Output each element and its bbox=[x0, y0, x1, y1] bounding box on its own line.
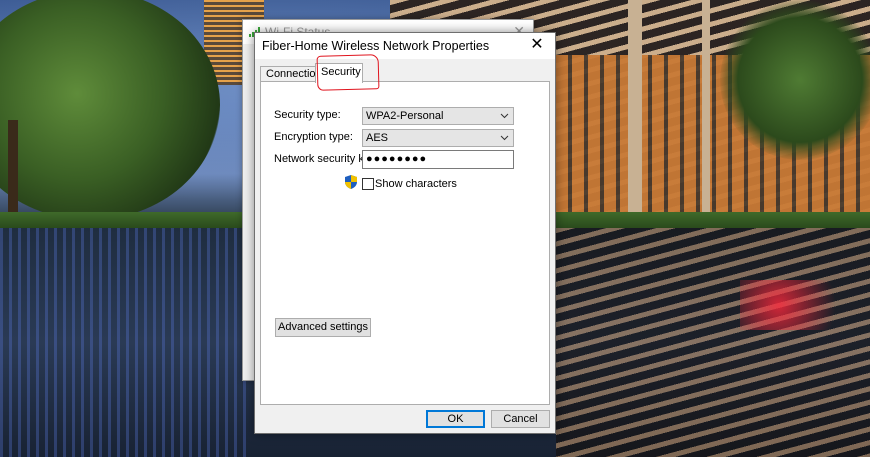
ok-button[interactable]: OK bbox=[426, 410, 485, 428]
security-tab-panel: Security type: WPA2-Personal Encryption … bbox=[260, 81, 550, 405]
chevron-down-icon bbox=[500, 113, 509, 119]
red-highlight-annotation bbox=[316, 54, 380, 91]
tab-bar: Connection Security bbox=[260, 54, 550, 91]
close-button[interactable]: ✕ bbox=[520, 33, 554, 59]
advanced-settings-button[interactable]: Advanced settings bbox=[275, 318, 371, 337]
security-type-dropdown[interactable]: WPA2-Personal bbox=[362, 107, 514, 125]
encryption-type-value: AES bbox=[366, 132, 389, 144]
encryption-type-label: Encryption type: bbox=[274, 131, 353, 143]
dialog-titlebar[interactable]: Fiber-Home Wireless Network Properties ✕ bbox=[255, 33, 555, 59]
security-type-value: WPA2-Personal bbox=[366, 110, 444, 122]
encryption-type-dropdown[interactable]: AES bbox=[362, 129, 514, 147]
wallpaper-column bbox=[702, 0, 710, 215]
wallpaper-tree-right bbox=[720, 0, 870, 160]
security-type-label: Security type: bbox=[274, 109, 341, 121]
wallpaper-reflection-right bbox=[556, 228, 870, 457]
wallpaper-trunk bbox=[8, 120, 18, 220]
cancel-button[interactable]: Cancel bbox=[491, 410, 550, 428]
network-key-input[interactable]: ●●●●●●●● bbox=[362, 150, 514, 169]
chevron-down-icon bbox=[500, 135, 509, 141]
network-key-label: Network security key bbox=[274, 153, 376, 165]
close-icon: ✕ bbox=[530, 36, 544, 53]
uac-shield-icon bbox=[345, 175, 357, 189]
show-characters-checkbox[interactable] bbox=[362, 178, 374, 190]
wallpaper-reflection-lights bbox=[740, 280, 870, 330]
wallpaper-column bbox=[628, 0, 642, 215]
wallpaper-reflection-left bbox=[0, 228, 250, 457]
show-characters-label[interactable]: Show characters bbox=[375, 178, 457, 190]
dialog-title: Fiber-Home Wireless Network Properties bbox=[262, 39, 490, 53]
network-properties-dialog: Fiber-Home Wireless Network Properties ✕… bbox=[254, 32, 556, 434]
tab-connection[interactable]: Connection bbox=[260, 66, 322, 82]
